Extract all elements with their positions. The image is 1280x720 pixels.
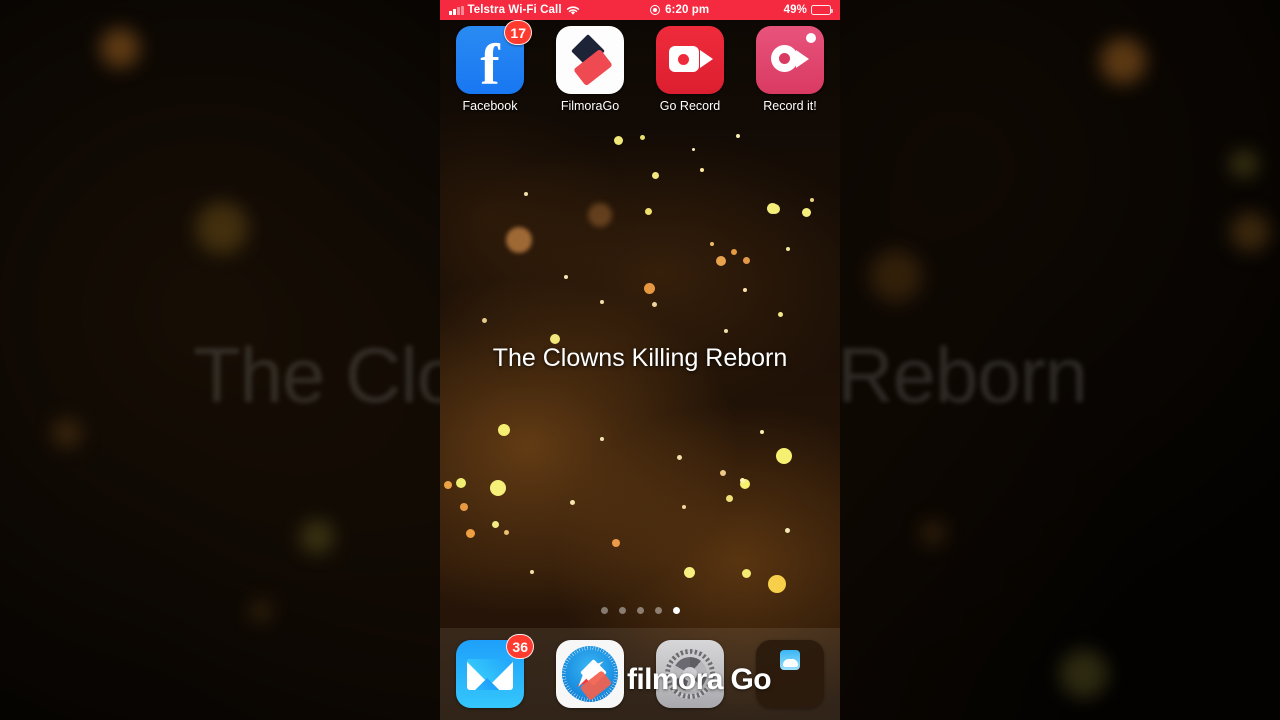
bokeh-particle (720, 470, 726, 476)
bokeh-particle (760, 430, 764, 434)
filmorago-icon[interactable] (556, 26, 624, 94)
bokeh-particle (768, 575, 786, 593)
bokeh-particle (684, 567, 695, 578)
bokeh-particle (810, 198, 814, 202)
page-dot[interactable] (618, 607, 626, 614)
app-label: FilmoraGo (560, 99, 620, 113)
page-dot[interactable] (654, 607, 662, 614)
bokeh-particle (504, 530, 509, 535)
app-record-it[interactable]: Record it! (740, 26, 840, 113)
facebook-badge: 17 (504, 20, 532, 45)
page-indicator-dots[interactable] (440, 607, 840, 614)
bokeh-particle (614, 136, 623, 145)
bokeh-particle (700, 168, 704, 172)
bokeh-particle (802, 208, 811, 217)
app-label: Facebook (462, 99, 518, 113)
bokeh-particle (742, 569, 751, 578)
bokeh-particle (460, 503, 468, 511)
bokeh-particle (645, 208, 652, 215)
status-bar-center: 6:20 pm (576, 4, 784, 16)
bokeh-particle (490, 480, 506, 496)
safari-icon[interactable] (556, 640, 624, 708)
bokeh-particle (785, 528, 790, 533)
app-grid-row: f 17 Facebook FilmoraGo Go Record Record… (440, 20, 840, 113)
bokeh-particle (456, 478, 466, 488)
bokeh-particle (786, 247, 790, 251)
screen-recording-icon (650, 5, 661, 15)
bokeh-particle (767, 203, 778, 214)
bokeh-particle (726, 495, 733, 502)
bokeh-particle (682, 505, 686, 509)
carrier-label: Telstra Wi-Fi Call (467, 4, 562, 16)
bokeh-particle (600, 437, 604, 441)
app-icon-wrap[interactable] (656, 26, 724, 94)
page-dot-active[interactable] (672, 607, 680, 614)
bokeh-particle (530, 570, 534, 574)
bokeh-particle (550, 334, 560, 344)
bokeh-particle (716, 256, 726, 266)
bokeh-particle (564, 275, 568, 279)
video-title-overlay: The Clowns Killing Reborn (492, 344, 788, 372)
dock: 36 (440, 628, 840, 720)
mail-badge: 36 (506, 634, 534, 659)
app-label: Record it! (763, 99, 817, 113)
app-label: Go Record (659, 99, 721, 113)
bokeh-particle (743, 288, 747, 292)
weather-icon[interactable] (756, 640, 824, 708)
dock-app-weather[interactable] (740, 640, 840, 708)
status-bar: Telstra Wi-Fi Call 6:20 pm 49% (440, 0, 840, 20)
status-bar-left: Telstra Wi-Fi Call (449, 4, 580, 16)
status-bar-right: 49% (783, 4, 833, 16)
dock-app-safari[interactable] (540, 640, 640, 708)
bokeh-particle (692, 148, 695, 151)
bokeh-particle (588, 203, 612, 227)
signal-bars-icon (449, 5, 464, 15)
bokeh-particle (743, 257, 750, 264)
bokeh-particle (724, 329, 728, 333)
go-record-icon[interactable] (656, 26, 724, 94)
battery-icon (811, 5, 833, 15)
app-facebook[interactable]: f 17 Facebook (440, 20, 540, 113)
bokeh-particle (570, 500, 575, 505)
bokeh-particle (466, 529, 475, 538)
bokeh-particle (731, 249, 737, 255)
bokeh-particle (776, 448, 792, 464)
phone-screen: Telstra Wi-Fi Call 6:20 pm 49% f 17 Face… (440, 0, 840, 720)
bokeh-particle (652, 302, 657, 307)
app-icon-wrap[interactable] (756, 26, 824, 94)
bokeh-particle (600, 300, 604, 304)
app-filmorago[interactable]: FilmoraGo (540, 26, 640, 113)
bokeh-particle (652, 172, 659, 179)
bokeh-particle (482, 318, 487, 323)
record-it-icon[interactable] (756, 26, 824, 94)
bokeh-particle (778, 312, 783, 317)
app-icon-wrap[interactable] (556, 26, 624, 94)
bokeh-particle (710, 242, 714, 246)
bokeh-particle (492, 521, 499, 528)
page-dot[interactable] (600, 607, 608, 614)
bokeh-particle (506, 227, 532, 253)
bokeh-particle (524, 192, 528, 196)
bokeh-particle (498, 424, 510, 436)
bokeh-particle (640, 135, 645, 140)
page-dot[interactable] (636, 607, 644, 614)
bokeh-particle (736, 134, 740, 138)
bokeh-particle (444, 481, 452, 489)
battery-percent-label: 49% (783, 4, 807, 16)
dock-app-mail[interactable]: 36 (440, 634, 540, 708)
settings-icon[interactable] (656, 640, 724, 708)
bokeh-particle (677, 455, 682, 460)
bokeh-particle (612, 539, 620, 547)
clock-label: 6:20 pm (665, 4, 710, 16)
bokeh-particle (644, 283, 655, 294)
app-go-record[interactable]: Go Record (640, 26, 740, 113)
bokeh-particle (740, 478, 745, 483)
dock-app-settings[interactable] (640, 640, 740, 708)
video-frame: The Clowns Killing Reborn (0, 0, 1280, 720)
app-icon-wrap[interactable]: f 17 (456, 20, 532, 94)
